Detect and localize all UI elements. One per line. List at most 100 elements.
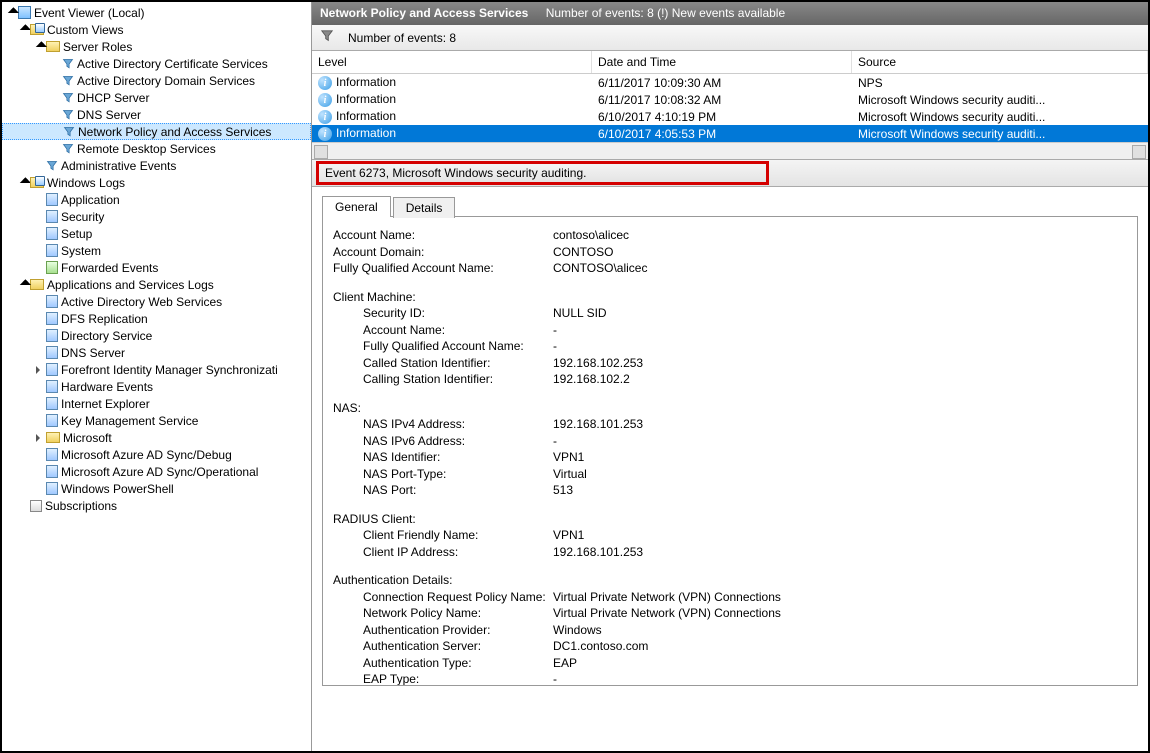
tree-asl-kms[interactable]: Key Management Service: [2, 412, 311, 429]
value: 192.168.101.253: [553, 416, 643, 433]
log-icon: [46, 193, 58, 206]
label: Calling Station Identifier:: [363, 371, 553, 388]
tree-asl-dir[interactable]: Directory Service: [2, 327, 311, 344]
tree-wl-sec[interactable]: Security: [2, 208, 311, 225]
tree-sr-dns[interactable]: DNS Server: [2, 106, 311, 123]
tree-label: Microsoft Azure AD Sync/Operational: [61, 465, 258, 479]
column-level[interactable]: Level: [312, 51, 592, 73]
tree-label: Active Directory Domain Services: [77, 74, 255, 88]
tree-label: System: [61, 244, 101, 258]
tree-asl-dfs[interactable]: DFS Replication: [2, 310, 311, 327]
tree-asl-ms[interactable]: Microsoft: [2, 429, 311, 446]
filter-icon: [62, 109, 74, 121]
value: 192.168.102.253: [553, 355, 643, 372]
tree-root[interactable]: Event Viewer (Local): [2, 4, 311, 21]
tree-subscriptions[interactable]: Subscriptions: [2, 497, 311, 514]
event-level: Information: [336, 109, 396, 123]
section-auth: Authentication Details:: [333, 572, 1117, 589]
tree-label: Forefront Identity Manager Synchronizati: [61, 363, 278, 377]
tree-asl-dns[interactable]: DNS Server: [2, 344, 311, 361]
folder-icon: [46, 41, 60, 52]
event-row[interactable]: Information6/11/2017 10:08:32 AMMicrosof…: [312, 91, 1148, 108]
tree-asl-adws[interactable]: Active Directory Web Services: [2, 293, 311, 310]
value: contoso\alicec: [553, 227, 629, 244]
label: Network Policy Name:: [363, 605, 553, 622]
event-row[interactable]: Information6/10/2017 4:10:19 PMMicrosoft…: [312, 108, 1148, 125]
label: Fully Qualified Account Name:: [333, 260, 553, 277]
tree-admin-events[interactable]: Administrative Events: [2, 157, 311, 174]
tree-asl-ie[interactable]: Internet Explorer: [2, 395, 311, 412]
label: NAS IPv4 Address:: [363, 416, 553, 433]
label: NAS IPv6 Address:: [363, 433, 553, 450]
filter-bar: Number of events: 8: [312, 25, 1148, 51]
tree-label: Windows PowerShell: [61, 482, 174, 496]
tree-wl-app[interactable]: Application: [2, 191, 311, 208]
tab-content-general: Account Name: contoso\alicec Account Doma…: [322, 216, 1138, 686]
value: Virtual: [553, 466, 587, 483]
folder-icon: [46, 432, 60, 443]
folder-icon: [30, 177, 44, 188]
chevron-down-icon[interactable]: [18, 179, 30, 187]
chevron-down-icon[interactable]: [18, 281, 30, 289]
value: 192.168.101.253: [553, 544, 643, 561]
tree-asl-ps[interactable]: Windows PowerShell: [2, 480, 311, 497]
info-icon: [318, 127, 332, 141]
tab-details[interactable]: Details: [393, 197, 456, 218]
folder-icon: [30, 279, 44, 290]
tree-server-roles[interactable]: Server Roles: [2, 38, 311, 55]
tree-apps-services[interactable]: Applications and Services Logs: [2, 276, 311, 293]
column-date[interactable]: Date and Time: [592, 51, 852, 73]
log-icon: [46, 465, 58, 478]
tree-custom-views[interactable]: Custom Views: [2, 21, 311, 38]
tree-label: DFS Replication: [61, 312, 148, 326]
column-source[interactable]: Source: [852, 51, 1148, 73]
event-date: 6/10/2017 4:05:53 PM: [592, 127, 852, 141]
chevron-down-icon[interactable]: [34, 43, 46, 51]
value: -: [553, 433, 557, 450]
tab-general[interactable]: General: [322, 196, 391, 217]
log-icon: [46, 295, 58, 308]
event-date: 6/11/2017 10:09:30 AM: [592, 76, 852, 90]
chevron-right-icon[interactable]: [34, 366, 46, 374]
tree-asl-hw[interactable]: Hardware Events: [2, 378, 311, 395]
tree-sr-adcs[interactable]: Active Directory Certificate Services: [2, 55, 311, 72]
tree-asl-aad-debug[interactable]: Microsoft Azure AD Sync/Debug: [2, 446, 311, 463]
label: EAP Type:: [363, 671, 553, 686]
label: Account Name:: [363, 322, 553, 339]
filter-icon: [63, 126, 75, 138]
event-row[interactable]: Information6/11/2017 10:09:30 AMNPS: [312, 74, 1148, 91]
event-source: NPS: [852, 76, 1148, 90]
tree-sr-dhcp[interactable]: DHCP Server: [2, 89, 311, 106]
chevron-down-icon[interactable]: [6, 9, 18, 17]
section-nas: NAS:: [333, 400, 1117, 417]
tree-wl-sys[interactable]: System: [2, 242, 311, 259]
tree-asl-fim[interactable]: Forefront Identity Manager Synchronizati: [2, 361, 311, 378]
tree-asl-aad-op[interactable]: Microsoft Azure AD Sync/Operational: [2, 463, 311, 480]
label: Account Domain:: [333, 244, 553, 261]
chevron-right-icon[interactable]: [34, 434, 46, 442]
tree-label: Application: [61, 193, 120, 207]
tree-label: DHCP Server: [77, 91, 149, 105]
value: -: [553, 338, 557, 355]
chevron-down-icon[interactable]: [18, 26, 30, 34]
tree-windows-logs[interactable]: Windows Logs: [2, 174, 311, 191]
tree-label: Applications and Services Logs: [47, 278, 214, 292]
tree-label: Hardware Events: [61, 380, 153, 394]
tree-wl-fwd[interactable]: Forwarded Events: [2, 259, 311, 276]
tree-label: Remote Desktop Services: [77, 142, 216, 156]
log-icon: [46, 261, 58, 274]
tree-wl-setup[interactable]: Setup: [2, 225, 311, 242]
tree-sr-adds[interactable]: Active Directory Domain Services: [2, 72, 311, 89]
label: Authentication Server:: [363, 638, 553, 655]
funnel-icon[interactable]: [320, 29, 334, 46]
info-icon: [318, 110, 332, 124]
horizontal-scrollbar[interactable]: [312, 142, 1148, 159]
event-row[interactable]: Information6/10/2017 4:05:53 PMMicrosoft…: [312, 125, 1148, 142]
list-header: Level Date and Time Source: [312, 51, 1148, 74]
tree-label: Security: [61, 210, 104, 224]
tree-sr-npas[interactable]: Network Policy and Access Services: [2, 123, 311, 140]
log-icon: [46, 414, 58, 427]
event-source: Microsoft Windows security auditi...: [852, 127, 1148, 141]
subscriptions-icon: [30, 500, 42, 512]
tree-sr-rds[interactable]: Remote Desktop Services: [2, 140, 311, 157]
